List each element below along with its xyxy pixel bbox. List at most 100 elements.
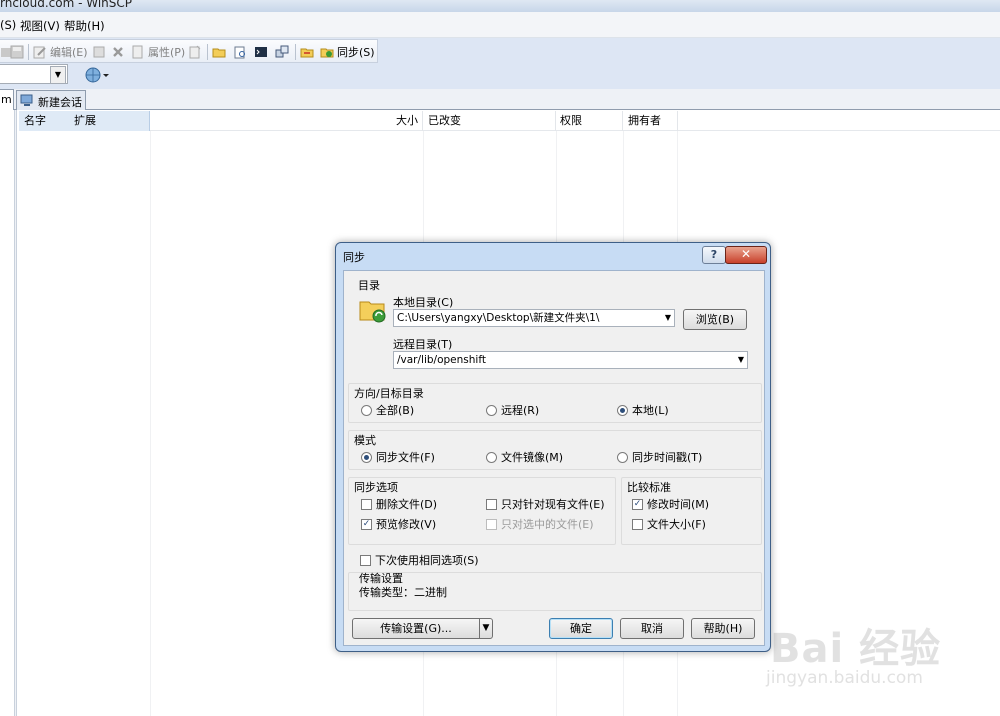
direction-both-radio[interactable]: 全部(B): [361, 402, 414, 418]
tab-new-session[interactable]: 新建会话: [16, 90, 86, 110]
direction-remote-label: 远程(R): [501, 404, 540, 417]
synchronize-button[interactable]: 同步(S): [320, 44, 375, 60]
mode-sync-files-radio[interactable]: 同步文件(F): [361, 449, 435, 465]
column-header-name[interactable]: 名字 扩展: [19, 111, 150, 131]
column-header-changed[interactable]: 已改变: [423, 111, 556, 131]
tab-new-session-label: 新建会话: [38, 96, 82, 109]
sync-options-group: 同步选项 删除文件(D) 只对针对现有文件(E) ✓ 预览修改(V) 只对选中的文…: [348, 477, 616, 545]
putty-icon[interactable]: [275, 44, 292, 60]
toolbar-separator: [28, 44, 29, 60]
mode-group-title: 模式: [354, 434, 376, 447]
column-header-owner-label: 拥有者: [628, 114, 661, 127]
copy-icon[interactable]: [92, 44, 109, 60]
file-size-checkbox[interactable]: 文件大小(F): [632, 516, 706, 532]
computer-icon: [20, 94, 33, 106]
synchronize-dialog: 同步 ? ✕ 目录 本地目录(C) C:\Users\yangxy\Deskto…: [335, 242, 771, 652]
file-list-header: 名字 扩展 大小 已改变 权限 拥有者: [19, 111, 1000, 131]
remote-directory-value: /var/lib/openshift: [397, 354, 486, 366]
preview-changes-checkbox[interactable]: ✓ 预览修改(V): [361, 516, 436, 532]
properties-label: 属性(P): [148, 46, 186, 59]
direction-local-radio[interactable]: 本地(L): [617, 402, 669, 418]
chevron-down-icon[interactable]: ▼: [738, 352, 744, 368]
mode-mirror-files-radio[interactable]: 文件镜像(M): [486, 449, 563, 465]
menu-item-help[interactable]: 帮助(H): [64, 18, 105, 34]
toolbar-separator: [207, 44, 208, 60]
synchronize-label: 同步(S): [337, 46, 375, 59]
new-file-icon[interactable]: [188, 44, 205, 60]
synchronize-icon: [320, 48, 334, 58]
file-size-label: 文件大小(F): [647, 518, 706, 531]
chevron-down-icon[interactable]: ▼: [665, 310, 671, 326]
properties-icon: [132, 45, 143, 59]
menu-bar: (S) 视图(V) 帮助(H): [0, 12, 1000, 38]
column-header-size[interactable]: 大小: [150, 111, 423, 131]
direction-remote-radio[interactable]: 远程(R): [486, 402, 539, 418]
open-directory-icon[interactable]: [212, 44, 229, 60]
toolbar-separator: [295, 44, 296, 60]
column-header-size-label: 大小: [396, 114, 418, 127]
browse-button[interactable]: 浏览(B): [683, 309, 747, 330]
watermark-url: jingyan.baidu.com: [766, 668, 923, 688]
menu-item-session[interactable]: (S): [0, 18, 16, 32]
direction-group-title: 方向/目标目录: [354, 387, 424, 400]
column-header-name-label: 名字: [24, 114, 46, 127]
help-button[interactable]: 帮助(H): [691, 618, 755, 639]
local-directory-combo[interactable]: C:\Users\yangxy\Desktop\新建文件夹\1\ ▼: [393, 309, 675, 327]
cancel-button[interactable]: 取消: [620, 618, 684, 639]
globe-icon[interactable]: [84, 66, 110, 84]
reuse-options-label: 下次使用相同选项(S): [375, 554, 479, 567]
folder-sync-icon: [359, 301, 386, 323]
terminal-icon[interactable]: [254, 44, 271, 60]
local-directory-value: C:\Users\yangxy\Desktop\新建文件夹\1\: [397, 312, 600, 324]
selected-files-only-checkbox[interactable]: 只对选中的文件(E): [486, 516, 594, 532]
remote-directory-combo[interactable]: /var/lib/openshift ▼: [393, 351, 748, 369]
find-files-icon[interactable]: [233, 44, 250, 60]
transfer-settings-group: 传输设置 传输类型：二进制: [348, 572, 762, 611]
save-icon[interactable]: [10, 44, 27, 60]
column-header-rights[interactable]: 权限: [556, 111, 623, 131]
preview-changes-label: 预览修改(V): [376, 518, 437, 531]
column-header-owner[interactable]: 拥有者: [623, 111, 678, 131]
delete-files-checkbox[interactable]: 删除文件(D): [361, 496, 437, 512]
reuse-options-checkbox[interactable]: 下次使用相同选项(S): [360, 552, 479, 568]
compare-directories-icon[interactable]: [300, 44, 317, 60]
column-header-ext-label: 扩展: [74, 114, 96, 127]
transfer-type-text: 传输类型：二进制: [359, 586, 447, 599]
modification-time-checkbox[interactable]: ✓ 修改时间(M): [632, 496, 709, 512]
properties-button[interactable]: 属性(P): [131, 44, 185, 60]
direction-both-label: 全部(B): [376, 404, 415, 417]
dialog-body: 目录 本地目录(C) C:\Users\yangxy\Desktop\新建文件夹…: [343, 270, 765, 646]
column-divider: [150, 131, 151, 716]
transfer-settings-dropdown-icon[interactable]: ▼: [479, 618, 493, 639]
mode-sync-timestamps-label: 同步时间戳(T): [632, 451, 703, 464]
session-tab-strip: [0, 89, 1000, 110]
direction-local-label: 本地(L): [632, 404, 669, 417]
chevron-down-icon[interactable]: ▼: [50, 66, 66, 84]
dialog-help-icon-button[interactable]: ?: [702, 246, 726, 264]
edit-label: 编辑(E): [50, 46, 88, 59]
directory-group-title: 目录: [358, 279, 380, 292]
dialog-title: 同步: [343, 251, 365, 264]
ok-button[interactable]: 确定: [549, 618, 613, 639]
delete-icon[interactable]: [111, 44, 128, 60]
tab-current-session[interactable]: m: [0, 89, 14, 110]
close-icon[interactable]: ✕: [725, 246, 767, 264]
delete-files-label: 删除文件(D): [376, 498, 438, 511]
path-combo[interactable]: ▼: [0, 64, 68, 84]
edit-button[interactable]: 编辑(E): [33, 44, 88, 60]
window-title: rhcloud.com - WinSCP: [0, 0, 132, 10]
watermark-logo-text: Bai 经验: [770, 626, 942, 672]
selected-files-only-label: 只对选中的文件(E): [501, 518, 594, 531]
existing-files-only-checkbox[interactable]: 只对针对现有文件(E): [486, 496, 605, 512]
mode-sync-timestamps-radio[interactable]: 同步时间戳(T): [617, 449, 702, 465]
directory-group: 目录 本地目录(C) C:\Users\yangxy\Desktop\新建文件夹…: [348, 273, 760, 371]
mode-group: 模式 同步文件(F) 文件镜像(M) 同步时间戳(T): [348, 430, 762, 470]
menu-item-view[interactable]: 视图(V): [20, 18, 60, 34]
window-title-bar: rhcloud.com - WinSCP: [0, 0, 1000, 12]
column-header-rights-label: 权限: [560, 114, 582, 127]
transfer-settings-button[interactable]: 传输设置(G)...: [352, 618, 480, 639]
mode-sync-files-label: 同步文件(F): [376, 451, 435, 464]
tab-current-session-label: m: [1, 93, 12, 106]
direction-group: 方向/目标目录 全部(B) 远程(R) 本地(L): [348, 383, 762, 423]
pane-splitter[interactable]: [14, 110, 17, 716]
